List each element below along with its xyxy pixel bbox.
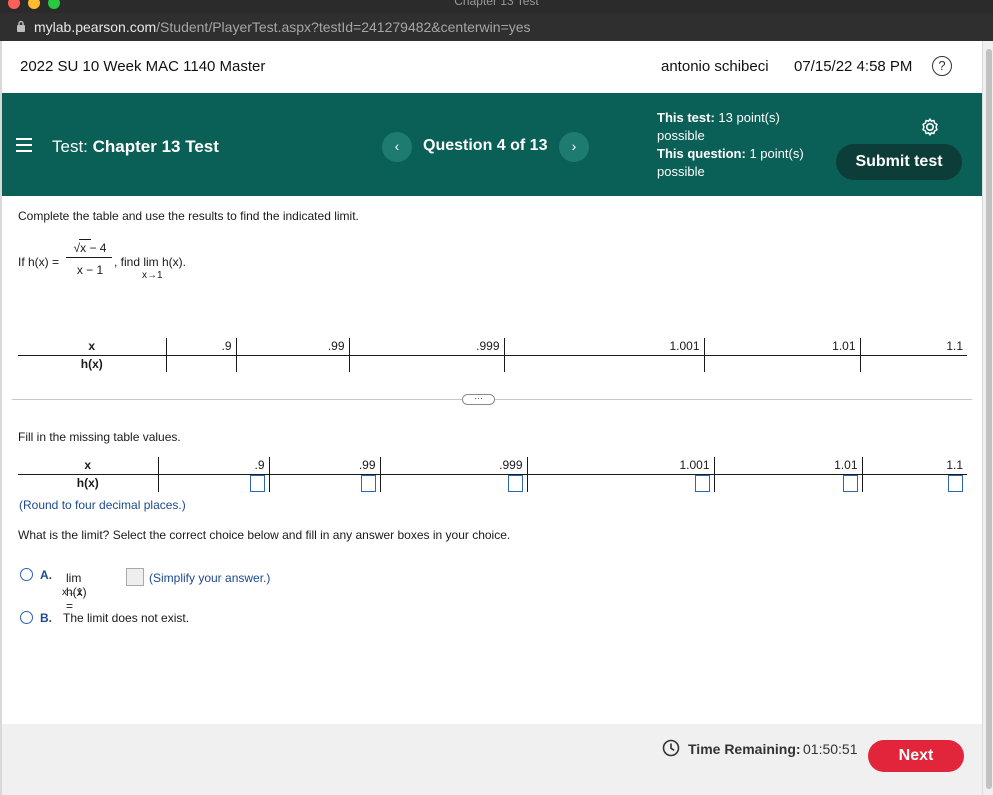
- answer-input[interactable]: [694, 474, 710, 492]
- window-title: Chapter 13 Test: [454, 0, 539, 8]
- table-h-header: h(x): [80, 356, 103, 371]
- answer-input[interactable]: [507, 474, 523, 492]
- table-x-value: 1.01: [713, 457, 862, 475]
- table-x-value: .9: [165, 338, 236, 356]
- choice-a-letter: A.: [40, 568, 52, 582]
- fraction-numerator: √x − 4: [73, 241, 107, 255]
- table-x-value: .99: [235, 338, 349, 356]
- menu-icon[interactable]: [16, 138, 32, 152]
- choice-a-subscript: x→1: [62, 587, 83, 598]
- table-x-value: .9: [157, 457, 269, 475]
- scrollbar[interactable]: [982, 41, 993, 795]
- next-button[interactable]: Next: [868, 740, 964, 772]
- points-test-label: This test:: [657, 110, 715, 125]
- url-text[interactable]: mylab.pearson.com/Student/PlayerTest.asp…: [34, 19, 531, 35]
- if-text: If h(x) =: [18, 255, 60, 269]
- limit-answer-input[interactable]: [126, 568, 144, 586]
- course-title: 2022 SU 10 Week MAC 1140 Master: [20, 58, 266, 75]
- choice-a-radio[interactable]: [20, 568, 33, 581]
- table-x-value: .99: [268, 457, 380, 475]
- footer-bar: Time Remaining: 01:50:51 Next: [2, 724, 982, 795]
- help-button[interactable]: ?: [932, 56, 952, 76]
- test-name: Chapter 13 Test: [92, 137, 219, 156]
- previous-question-button[interactable]: ‹: [382, 132, 412, 162]
- next-question-button[interactable]: ›: [559, 132, 589, 162]
- course-bar: 2022 SU 10 Week MAC 1140 Master antonio …: [2, 41, 982, 93]
- limit-question: What is the limit? Select the correct ch…: [18, 528, 511, 542]
- function-definition: If h(x) = √x − 4 x − 1 , find lim h(x). …: [18, 236, 418, 286]
- question-instruction: Complete the table and use the results t…: [18, 209, 359, 223]
- url-host: mylab.pearson.com: [34, 19, 157, 35]
- fill-instruction: Fill in the missing table values.: [18, 430, 181, 444]
- table-x-value: .999: [379, 457, 527, 475]
- url-path: /Student/PlayerTest.aspx?testId=24127948…: [156, 19, 531, 35]
- lock-icon: [17, 20, 25, 32]
- answer-input[interactable]: [842, 474, 858, 492]
- answer-input[interactable]: [360, 474, 376, 492]
- clock-icon: [662, 739, 680, 757]
- answer-input[interactable]: [249, 474, 265, 492]
- round-note: (Round to four decimal places.): [19, 498, 186, 512]
- test-prefix: Test:: [52, 137, 88, 156]
- expand-button[interactable]: ···: [462, 394, 495, 405]
- answer-table: x .9 .99 .999 1.001 1.01 1.1 h(x): [18, 457, 967, 492]
- test-header: Test: Chapter 13 Test ‹ Question 4 of 13…: [2, 93, 982, 196]
- time-remaining-value: 01:50:51: [803, 741, 858, 757]
- user-name: antonio schibeci: [661, 58, 769, 75]
- choice-a-note: (Simplify your answer.): [149, 571, 271, 585]
- table-x-header: x: [18, 457, 158, 475]
- table-x-value: 1.1: [859, 338, 967, 356]
- table-x-header: x: [18, 338, 166, 356]
- browser-titlebar: Chapter 13 Test: [0, 0, 993, 13]
- page: 2022 SU 10 Week MAC 1140 Master antonio …: [0, 41, 982, 795]
- address-bar[interactable]: mylab.pearson.com/Student/PlayerTest.asp…: [0, 13, 993, 41]
- datetime: 07/15/22 4:58 PM: [794, 58, 913, 75]
- table-x-value: 1.1: [861, 457, 967, 475]
- scrollbar-thumb[interactable]: [986, 49, 992, 789]
- limit-subscript: x→1: [142, 270, 163, 281]
- submit-test-button[interactable]: Submit test: [836, 144, 962, 180]
- values-table: x .9 .99 .999 1.001 1.01 1.1 h(x): [18, 338, 967, 372]
- test-title: Test: Chapter 13 Test: [52, 137, 219, 157]
- points-question-label: This question:: [657, 146, 746, 161]
- time-remaining-label: Time Remaining:: [688, 741, 801, 757]
- table-x-value: 1.001: [503, 338, 704, 356]
- points-info: This test: 13 point(s) possible This que…: [657, 109, 817, 181]
- choice-b-text: The limit does not exist.: [63, 611, 190, 625]
- table-x-value: 1.01: [703, 338, 860, 356]
- find-limit-text: , find lim h(x).: [114, 255, 187, 269]
- choice-b-radio[interactable]: [20, 611, 33, 624]
- table-h-header: h(x): [76, 476, 99, 490]
- fraction-denominator: x − 1: [76, 263, 104, 277]
- table-x-value: .999: [348, 338, 504, 356]
- answer-input[interactable]: [948, 474, 963, 492]
- question-counter: Question 4 of 13: [423, 137, 548, 154]
- table-x-value: 1.001: [526, 457, 714, 475]
- gear-icon[interactable]: [920, 117, 940, 137]
- choice-b-letter: B.: [40, 611, 52, 625]
